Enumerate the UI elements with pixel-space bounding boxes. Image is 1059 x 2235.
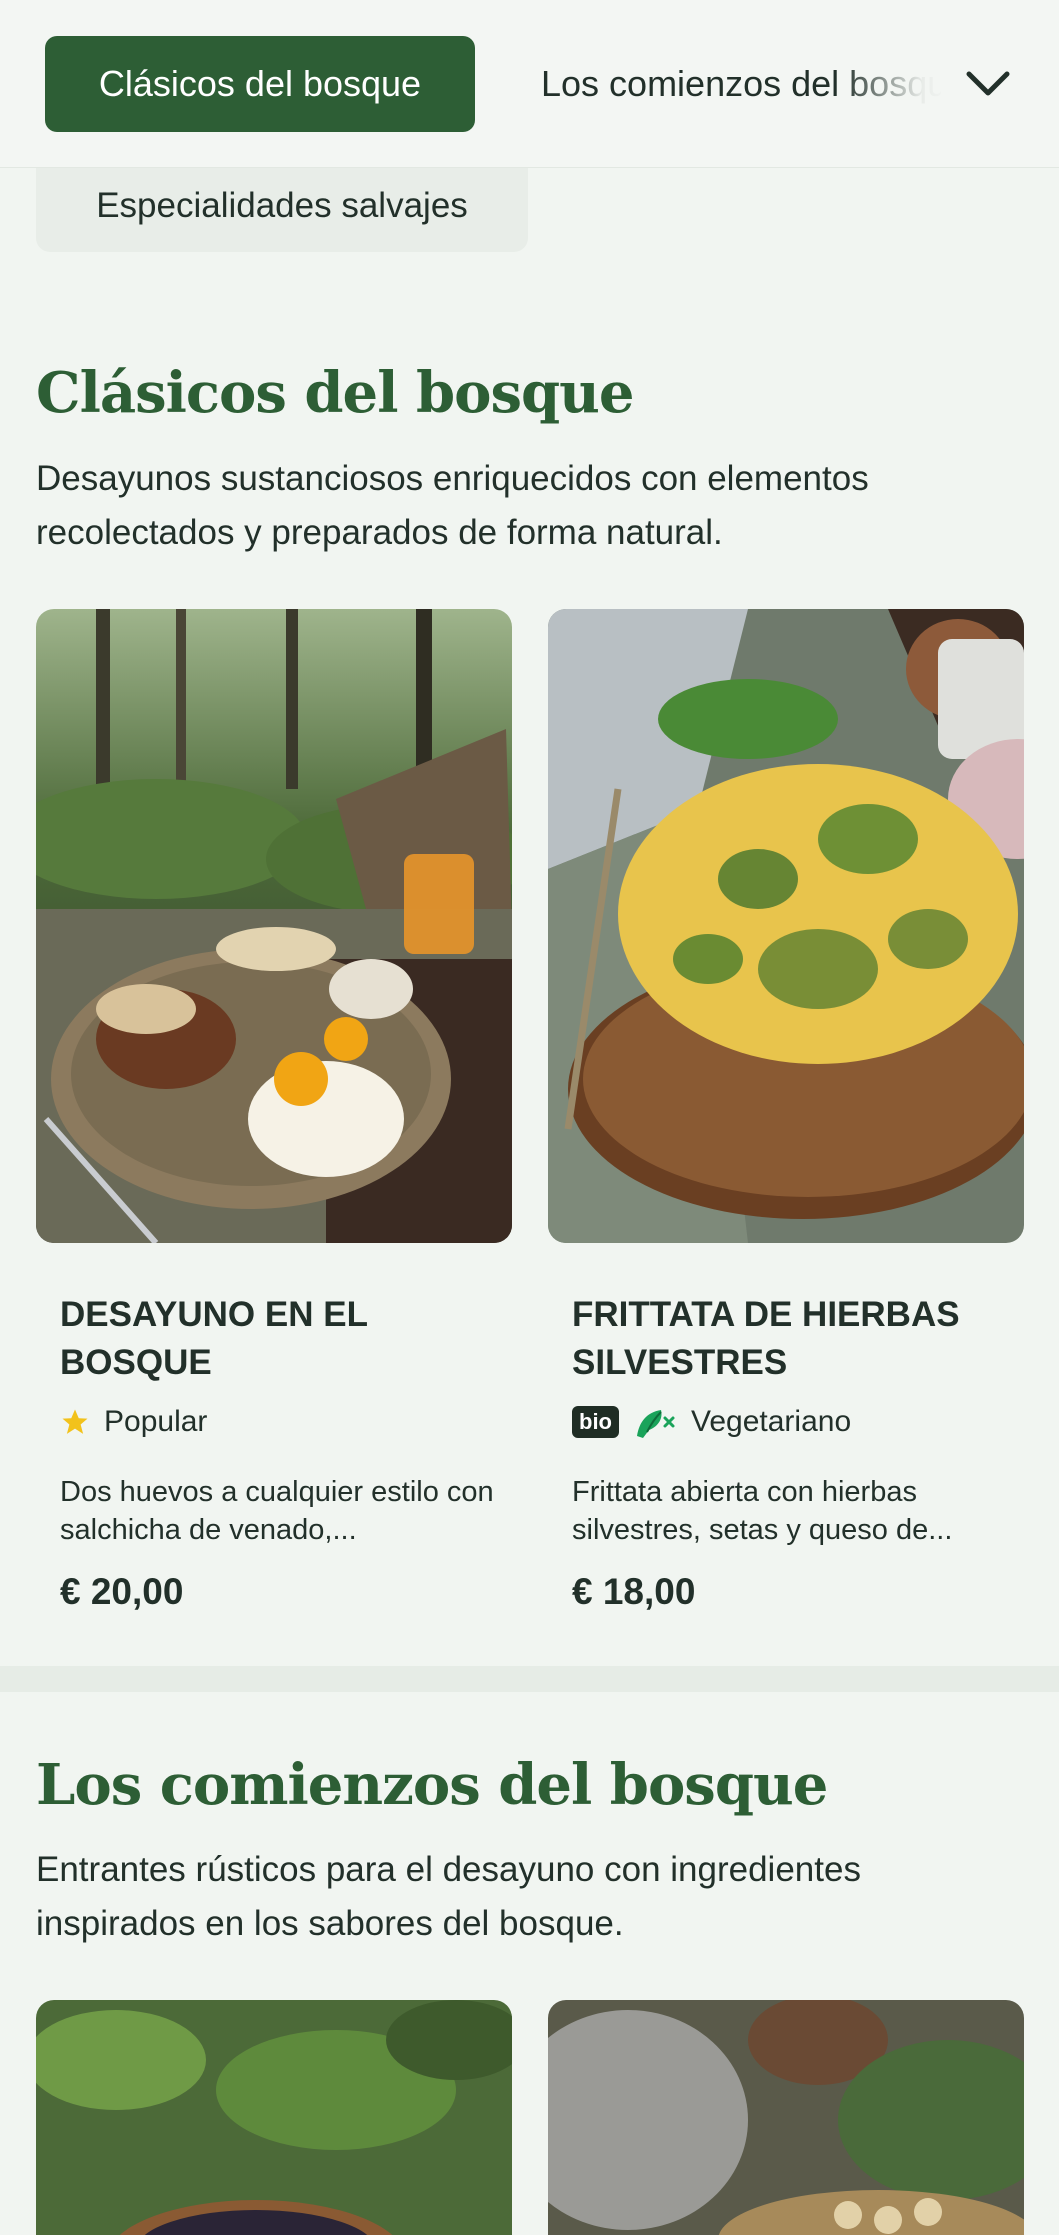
bio-badge: bio [572, 1406, 619, 1438]
tag-label: Popular [104, 1405, 208, 1438]
star-icon [62, 1409, 88, 1434]
tab-especialidades-salvajes[interactable]: Especialidades salvajes [36, 160, 528, 252]
dish-description: Dos huevos a cualquier estilo con salchi… [60, 1476, 494, 1546]
dish-tags: bio Vegetariano [572, 1400, 851, 1444]
vegetarian-icon [637, 1410, 675, 1438]
tab-label: Especialidades salvajes [96, 186, 468, 225]
dish-price: € 18,00 [572, 1571, 696, 1612]
dish-description: Frittata abierta con hierbas silvestres,… [572, 1476, 953, 1546]
tab-scroll-fade [840, 30, 950, 140]
category-nav: Clásicos del bosque Los comienzos del bo… [0, 0, 1059, 168]
section-description: Desayunos sustanciosos enriquecidos con … [36, 459, 869, 552]
dish-photo [36, 609, 512, 1243]
tag-label: Vegetariano [691, 1405, 852, 1438]
dish-photo [548, 2000, 1024, 2235]
dish-photo [36, 2000, 512, 2235]
section-title: Los comienzos del bosque [36, 1752, 828, 1818]
section-divider [0, 1666, 1059, 1692]
dish-photo [548, 609, 1024, 1243]
dish-name: FRITTATA DE HIERBAS SILVESTRES [572, 1295, 960, 1382]
tab-clasicos-del-bosque[interactable]: Clásicos del bosque [45, 36, 475, 132]
dish-name: DESAYUNO EN EL BOSQUE [60, 1295, 368, 1382]
section-title: Clásicos del bosque [36, 360, 634, 426]
dish-price: € 20,00 [60, 1571, 184, 1612]
tab-label: Clásicos del bosque [98, 63, 422, 104]
chevron-down-icon [966, 71, 1010, 96]
section-description: Entrantes rústicos para el desayuno con … [36, 1850, 861, 1943]
expand-categories-button[interactable] [950, 46, 1026, 122]
dish-tags: Popular [60, 1400, 207, 1444]
